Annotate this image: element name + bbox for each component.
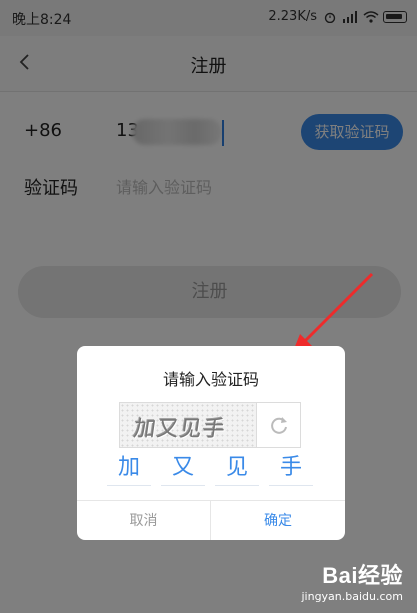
watermark-logo: Bai经验 bbox=[322, 563, 403, 588]
captcha-box: 加又见手 bbox=[119, 402, 301, 448]
dialog-title: 请输入验证码 bbox=[162, 370, 259, 389]
captcha-image-text: 加又见手 bbox=[131, 417, 228, 442]
dialog-footer: 取消 确定 bbox=[77, 500, 345, 540]
captcha-image: 加又见手 bbox=[120, 403, 256, 447]
captcha-char[interactable]: 手 bbox=[269, 452, 313, 486]
captcha-char[interactable]: 见 bbox=[215, 452, 259, 486]
captcha-chars: 加 又 见 手 bbox=[107, 452, 317, 488]
captcha-char[interactable]: 又 bbox=[161, 452, 205, 486]
watermark-url: jingyan.baidu.com bbox=[301, 590, 403, 603]
watermark: Bai经验 jingyan.baidu.com bbox=[301, 558, 403, 603]
captcha-dialog: 请输入验证码 加又见手 加 又 见 手 取消 确定 bbox=[77, 346, 345, 540]
cancel-button[interactable]: 取消 bbox=[77, 501, 211, 540]
confirm-button[interactable]: 确定 bbox=[211, 501, 345, 540]
refresh-icon[interactable] bbox=[256, 403, 300, 447]
captcha-char[interactable]: 加 bbox=[107, 452, 151, 486]
